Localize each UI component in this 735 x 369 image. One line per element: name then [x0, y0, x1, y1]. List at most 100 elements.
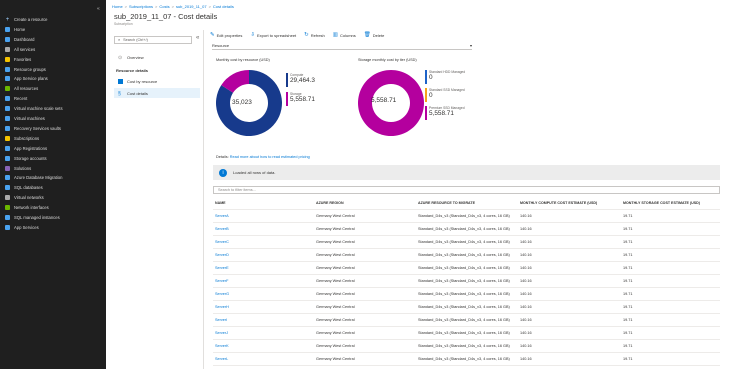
delete-button[interactable]: 🗑 Delete: [364, 32, 385, 38]
nav-item-virtual-networks[interactable]: Virtual networks: [0, 193, 106, 202]
nav-item-create-a-resource[interactable]: + Create a resource: [0, 15, 106, 24]
chevron-down-icon: ▾: [469, 43, 472, 48]
columns-button[interactable]: ▥ Columns: [333, 32, 356, 38]
nav-item-recent[interactable]: Recent: [0, 94, 106, 103]
resource-name-link[interactable]: ServerA: [215, 214, 310, 218]
nav-item-app-registrations[interactable]: App Registrations: [0, 144, 106, 153]
resource-name-link[interactable]: ServerG: [215, 292, 310, 296]
nav-item-dashboard[interactable]: Dashboard: [0, 35, 106, 44]
nav-item-storage-accounts[interactable]: Storage accounts: [0, 154, 106, 163]
resource-name-link[interactable]: ServerD: [215, 253, 310, 257]
resource-name-link[interactable]: ServerH: [215, 305, 310, 309]
nav-item-all-services[interactable]: All services: [0, 45, 106, 54]
edit-properties-button[interactable]: ✎ Edit properties: [210, 32, 242, 38]
refresh-button[interactable]: ↻ Refresh: [304, 32, 325, 38]
nav-item-favorites[interactable]: Favorites: [0, 55, 106, 64]
table-row[interactable]: ServerJ Germany West Central Standard_D4s_…: [213, 327, 720, 340]
breadcrumb-separator: >: [124, 4, 128, 9]
table-row[interactable]: ServerG Germany West Central Standard_D4s_…: [213, 288, 720, 301]
table-cell: 140.16: [520, 266, 532, 270]
nav-item-network-interfaces[interactable]: Network interfaces: [0, 203, 106, 212]
nav-item-label: Virtual machine scale sets: [14, 106, 63, 112]
table-row[interactable]: ServerK Germany West Central Standard_D4s_…: [213, 340, 720, 353]
collapse-blade-icon[interactable]: «: [196, 35, 199, 41]
nav-item-label: App Service plans: [14, 76, 48, 82]
breadcrumb-link[interactable]: Cost details: [213, 4, 234, 9]
nav-item-virtual-machines[interactable]: Virtual machines: [0, 114, 106, 123]
nav-item-sql-databases[interactable]: SQL databases: [0, 183, 106, 192]
nav-item-app-service-plans[interactable]: App Service plans: [0, 74, 106, 83]
table-row[interactable]: ServerD Germany West Central Standard_D4s_…: [213, 249, 720, 262]
breadcrumb-link[interactable]: Subscriptions: [129, 4, 153, 9]
nav-item-solutions[interactable]: Solutions: [0, 164, 106, 173]
nav-item-resource-groups[interactable]: Resource groups: [0, 65, 106, 74]
table-row[interactable]: ServerF Germany West Central Standard_D4s_…: [213, 275, 720, 288]
table-cell: Standard_D4s_v3 (Standard_D4s_v3, 4 core…: [418, 266, 510, 270]
column-header[interactable]: AZURE RESOURCE TO MIGRATE: [418, 201, 518, 205]
list-search-placeholder: Search to filter items...: [218, 188, 256, 192]
table-cell: Standard_D4s_v3 (Standard_D4s_v3, 4 core…: [418, 214, 510, 218]
resource-filter-dropdown[interactable]: Resource ▾: [212, 42, 472, 50]
table-cell: 140.16: [520, 253, 532, 257]
list-search-input[interactable]: Search to filter items...: [213, 186, 720, 194]
nav-item-azure-database-migration[interactable]: Azure Database Migration: [0, 173, 106, 182]
blade-item-overview[interactable]: ⊙ Overview: [114, 52, 200, 62]
table-cell: 19.71: [623, 253, 633, 257]
table-cell: 19.71: [623, 214, 633, 218]
legend-value: 0: [429, 74, 433, 81]
nav-item-recovery-services-vaults[interactable]: Recovery Services vaults: [0, 124, 106, 133]
table-row[interactable]: ServerE Germany West Central Standard_D4s_…: [213, 262, 720, 275]
table-cell: 140.16: [520, 305, 532, 309]
column-header[interactable]: AZURE REGION: [316, 201, 416, 205]
table-cell: Standard_D4s_v3 (Standard_D4s_v3, 4 core…: [418, 227, 510, 231]
column-header[interactable]: MONTHLY STORAGE COST ESTIMATE (USD): [623, 201, 720, 205]
nav-item-subscriptions[interactable]: Subscriptions: [0, 134, 106, 143]
legend-item-standard-ssd: Standard SSD Managed 0: [425, 88, 465, 102]
resource-name-link[interactable]: ServerI: [215, 318, 310, 322]
table-row[interactable]: ServerL Germany West Central Standard_D4s_…: [213, 353, 720, 366]
breadcrumb-link[interactable]: sub_2019_11_07: [176, 4, 207, 9]
legend-value: 0: [429, 92, 433, 99]
nav-item-label: Dashboard: [14, 36, 35, 42]
details-link[interactable]: Read more about how to read estimated pr…: [230, 155, 310, 159]
table-row[interactable]: ServerC Germany West Central Standard_D4s_…: [213, 236, 720, 249]
resource-name-link[interactable]: ServerJ: [215, 331, 310, 335]
resource-name-link[interactable]: ServerC: [215, 240, 310, 244]
donut-center-value: 5,558.71: [371, 97, 397, 104]
table-cell: 19.71: [623, 266, 633, 270]
column-header[interactable]: MONTHLY COMPUTE COST ESTIMATE (USD): [520, 201, 620, 205]
nav-item-label: Recent: [14, 96, 28, 102]
breadcrumb-link[interactable]: Costs: [159, 4, 169, 9]
table-row[interactable]: ServerH Germany West Central Standard_D4s_…: [213, 301, 720, 314]
resource-name-link[interactable]: ServerL: [215, 357, 310, 361]
resource-name-link[interactable]: ServerB: [215, 227, 310, 231]
nav-item-app-services[interactable]: App Services: [0, 223, 106, 232]
nav-item-sql-managed-instances[interactable]: SQL managed instances: [0, 213, 106, 222]
blade-item-cost-by-resource[interactable]: Cost by resource: [114, 76, 200, 86]
breadcrumb-link[interactable]: Home: [112, 4, 123, 9]
nav-item-home[interactable]: Home: [0, 25, 106, 34]
table-row[interactable]: ServerA Germany West Central Standard_D4s_…: [213, 210, 720, 223]
resource-name-link[interactable]: ServerK: [215, 344, 310, 348]
nav-item-label: Subscriptions: [14, 135, 40, 141]
blade-menu: ⌕ Search (Ctrl+/) « ⊙ Overview Resource …: [112, 30, 204, 369]
table-cell: Standard_D4s_v3 (Standard_D4s_v3, 4 core…: [418, 318, 510, 322]
blade-item-label: Cost by resource: [127, 78, 158, 84]
nav-item-virtual-machine-scale-sets[interactable]: Virtual machine scale sets: [0, 104, 106, 113]
blade-search-input[interactable]: ⌕ Search (Ctrl+/): [114, 36, 192, 44]
table-cell: Standard_D4s_v3 (Standard_D4s_v3, 4 core…: [418, 357, 510, 361]
resource-name-link[interactable]: ServerE: [215, 266, 310, 270]
button-label: Edit properties: [216, 32, 243, 38]
blade-item-cost-details[interactable]: § Cost details: [114, 88, 200, 98]
breadcrumb: Home > Subscriptions > Costs > sub_2019_11_07 >…: [112, 4, 234, 9]
table-row[interactable]: ServerB Germany West Central Standard_D4s_…: [213, 223, 720, 236]
resource-name-link[interactable]: ServerF: [215, 279, 310, 283]
nav-item-label: Azure Database Migration: [14, 175, 63, 181]
column-header[interactable]: NAME: [215, 201, 310, 205]
export-button[interactable]: ⇩ Export to spreadsheet: [250, 32, 296, 38]
nav-item-all-resources[interactable]: All resources: [0, 84, 106, 93]
nav-item-label: Resource groups: [14, 66, 46, 72]
info-text: Loaded all rows of data.: [233, 170, 276, 175]
table-row[interactable]: ServerI Germany West Central Standard_D4s_…: [213, 314, 720, 327]
collapse-nav-icon[interactable]: «: [97, 6, 100, 12]
